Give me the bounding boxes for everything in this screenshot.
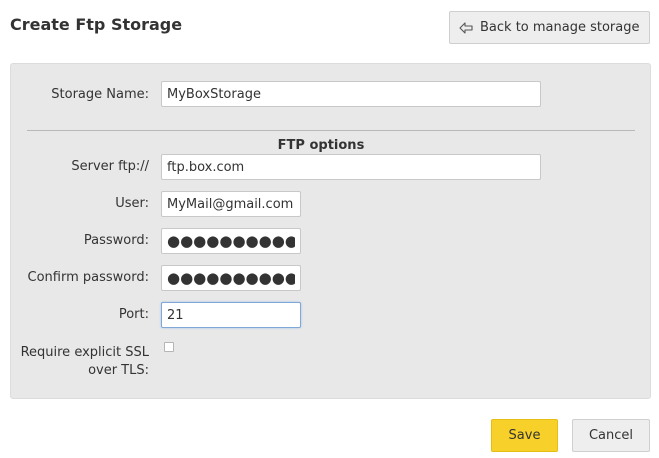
confirm-password-label: Confirm password: bbox=[27, 270, 149, 285]
save-button[interactable]: Save bbox=[491, 419, 558, 452]
cancel-button[interactable]: Cancel bbox=[572, 419, 650, 452]
server-ftp-input[interactable] bbox=[161, 154, 541, 180]
page-title: Create Ftp Storage bbox=[10, 15, 183, 34]
password-input[interactable] bbox=[161, 228, 301, 254]
ftp-options-heading: FTP options bbox=[277, 138, 365, 153]
require-ssl-label-line1: Require explicit SSL bbox=[20, 345, 149, 360]
user-input[interactable] bbox=[161, 191, 301, 217]
user-label: User: bbox=[115, 196, 149, 211]
confirm-password-input[interactable] bbox=[161, 265, 301, 291]
port-label: Port: bbox=[118, 307, 149, 322]
arrow-left-icon bbox=[459, 21, 473, 35]
require-ssl-checkbox[interactable] bbox=[164, 342, 174, 352]
back-button-label: Back to manage storage bbox=[480, 20, 640, 35]
storage-name-input[interactable] bbox=[161, 81, 541, 107]
password-label: Password: bbox=[83, 233, 149, 248]
server-ftp-label: Server ftp:// bbox=[71, 159, 149, 174]
storage-name-label: Storage Name: bbox=[51, 87, 149, 102]
create-ftp-storage-page: Create Ftp Storage Back to manage storag… bbox=[0, 0, 659, 458]
section-divider bbox=[27, 130, 635, 131]
back-to-manage-storage-button[interactable]: Back to manage storage bbox=[449, 11, 650, 44]
ftp-storage-form: Storage Name: FTP options Server ftp:// … bbox=[10, 63, 651, 399]
require-ssl-label: Require explicit SSL over TLS: bbox=[9, 344, 149, 380]
port-input[interactable] bbox=[161, 302, 301, 328]
require-ssl-label-line2: over TLS: bbox=[88, 363, 149, 378]
